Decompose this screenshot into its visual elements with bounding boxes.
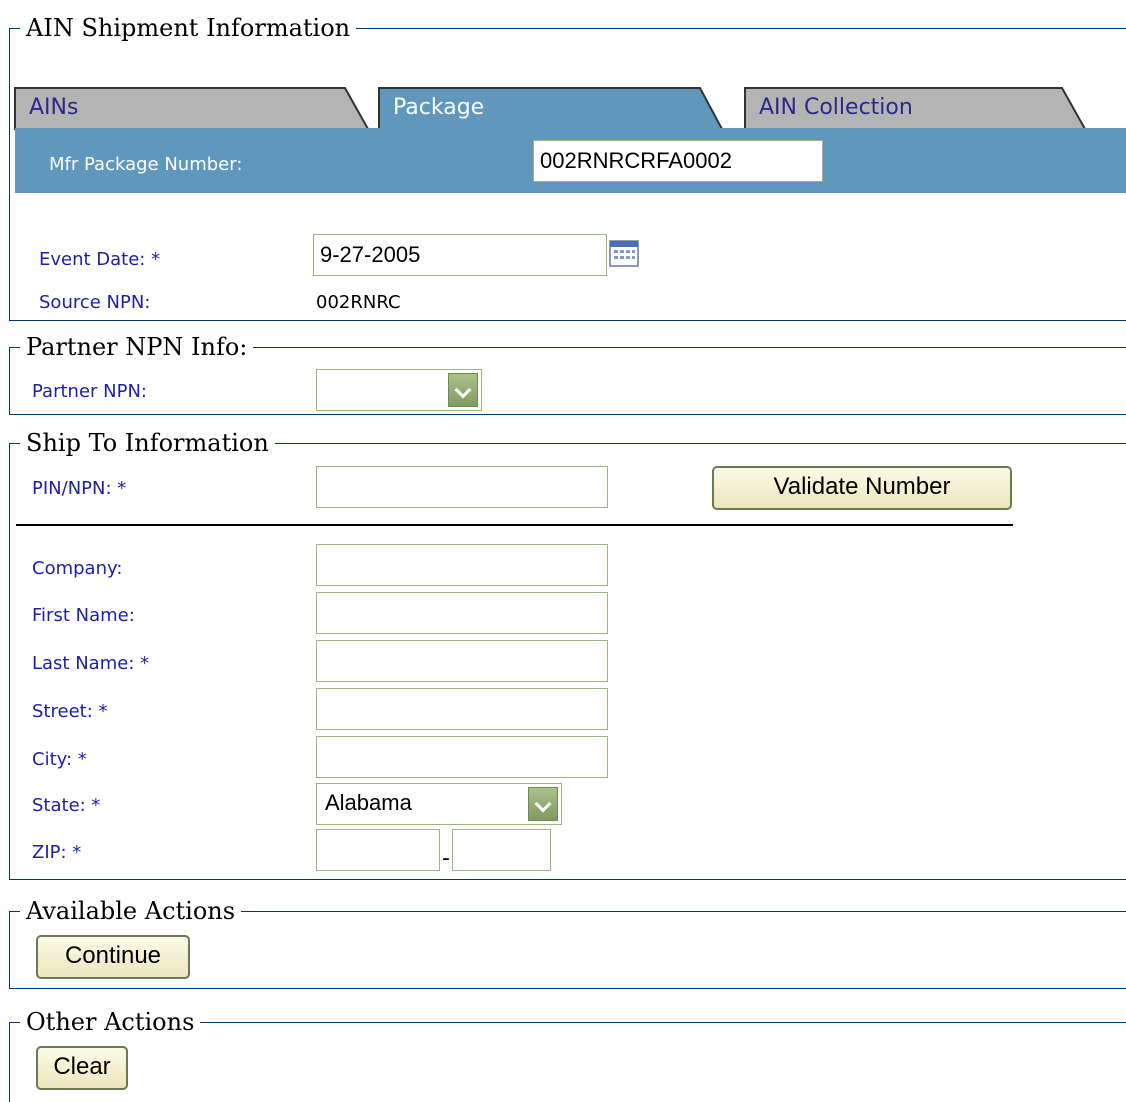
- partner-npn-legend: Partner NPN Info:: [20, 332, 254, 362]
- state-select[interactable]: Alabama: [316, 783, 562, 825]
- available-actions-legend: Available Actions: [20, 896, 242, 926]
- continue-button[interactable]: Continue: [36, 935, 190, 979]
- state-value: Alabama: [325, 790, 412, 815]
- partner-npn-select[interactable]: [316, 369, 482, 411]
- clear-button[interactable]: Clear: [36, 1046, 128, 1090]
- city-input[interactable]: [316, 736, 608, 778]
- chevron-down-icon: [448, 373, 478, 407]
- pin-npn-input[interactable]: [316, 466, 608, 508]
- tab-package[interactable]: Package: [379, 87, 699, 128]
- company-label: Company:: [32, 558, 123, 579]
- other-actions-section: Other Actions: [9, 1007, 1126, 1102]
- first-name-input[interactable]: [316, 592, 608, 634]
- ship-to-legend: Ship To Information: [20, 428, 275, 458]
- last-name-input[interactable]: [316, 640, 608, 682]
- source-npn-value: 002RNRC: [316, 292, 401, 313]
- pin-npn-label: PIN/NPN: *: [32, 478, 127, 499]
- company-input[interactable]: [316, 544, 608, 586]
- tab-ain-collection[interactable]: AIN Collection: [745, 87, 1062, 128]
- mfr-package-label: Mfr Package Number:: [49, 154, 243, 175]
- mfr-package-input[interactable]: [533, 140, 823, 182]
- package-band: Mfr Package Number:: [15, 128, 1126, 193]
- divider: [16, 524, 1013, 526]
- zip-separator: -: [442, 846, 450, 871]
- chevron-down-icon: [528, 787, 558, 821]
- zip-label: ZIP: *: [32, 842, 82, 863]
- tab-ains-label: AINs: [29, 95, 79, 120]
- source-npn-label: Source NPN:: [39, 292, 151, 313]
- validate-number-button[interactable]: Validate Number: [712, 466, 1012, 510]
- zip-input[interactable]: [316, 829, 440, 871]
- street-input[interactable]: [316, 688, 608, 730]
- partner-npn-label: Partner NPN:: [32, 381, 147, 402]
- event-date-input[interactable]: [313, 234, 607, 276]
- last-name-label: Last Name: *: [32, 653, 150, 674]
- state-label: State: *: [32, 795, 101, 816]
- tab-ain-collection-label: AIN Collection: [759, 95, 913, 120]
- event-date-label: Event Date: *: [39, 249, 161, 270]
- zip-extension-input[interactable]: [452, 829, 551, 871]
- partner-npn-section: Partner NPN Info:: [9, 332, 1126, 415]
- other-actions-legend: Other Actions: [20, 1007, 201, 1037]
- tab-ains[interactable]: AINs: [15, 87, 345, 128]
- tab-package-label: Package: [393, 95, 485, 120]
- calendar-icon[interactable]: [609, 238, 639, 268]
- tab-bar: AINs Package AIN Collection: [0, 0, 1126, 130]
- first-name-label: First Name:: [32, 605, 135, 626]
- city-label: City: *: [32, 749, 87, 770]
- street-label: Street: *: [32, 701, 108, 722]
